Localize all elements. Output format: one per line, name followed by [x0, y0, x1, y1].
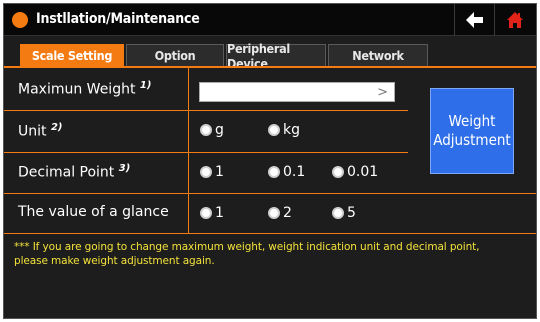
- decimal-point-note-ref: 3): [118, 163, 131, 174]
- decimal-point-label-text: Decimal Point: [18, 164, 115, 181]
- decimal-radio-0-01[interactable]: 0.01: [332, 164, 378, 180]
- glance-option-label: 2: [283, 205, 292, 221]
- arrow-left-icon: [465, 12, 483, 28]
- max-weight-input[interactable]: >: [199, 82, 395, 102]
- weight-adjustment-label-1: Weight: [448, 112, 496, 130]
- max-weight-label: Maximun Weight 1): [18, 80, 151, 98]
- column-divider: [188, 68, 189, 234]
- warning-note: *** If you are going to change maximum w…: [14, 240, 514, 268]
- decimal-option-label: 0.1: [283, 164, 306, 180]
- installation-screen: Instllation/Maintenance Scale Setting Op…: [3, 3, 537, 319]
- status-dot-icon: [12, 12, 28, 28]
- tab-scale-setting[interactable]: Scale Setting: [20, 44, 124, 66]
- radio-icon: [332, 207, 344, 219]
- tab-network[interactable]: Network: [328, 44, 428, 66]
- warning-note-line-1: *** If you are going to change maximum w…: [14, 241, 480, 253]
- radio-selected-icon: [200, 124, 212, 136]
- unit-radio-g[interactable]: g: [200, 122, 224, 138]
- unit-radio-kg[interactable]: kg: [268, 122, 300, 138]
- title-bar: Instllation/Maintenance: [4, 4, 536, 36]
- unit-note-ref: 2): [50, 122, 63, 133]
- decimal-option-label: 1: [215, 164, 224, 180]
- home-button[interactable]: [494, 4, 534, 36]
- radio-selected-icon: [200, 207, 212, 219]
- tab-bar: Scale Setting Option Peripheral Device N…: [4, 37, 536, 71]
- back-button[interactable]: [454, 4, 494, 36]
- chevron-right-icon: >: [377, 85, 388, 100]
- unit-label: Unit 2): [18, 122, 62, 140]
- window-title: Instllation/Maintenance: [36, 11, 200, 27]
- home-icon: [506, 12, 523, 28]
- row-divider: [4, 110, 408, 111]
- tab-underline: [4, 66, 536, 68]
- unit-option-label: g: [215, 122, 224, 138]
- glance-label: The value of a glance: [18, 204, 169, 220]
- decimal-option-label: 0.01: [347, 164, 379, 180]
- glance-radio-2[interactable]: 2: [268, 205, 292, 221]
- glance-radio-5[interactable]: 5: [332, 205, 356, 221]
- radio-icon: [268, 124, 280, 136]
- row-divider: [4, 233, 536, 234]
- radio-icon: [268, 207, 280, 219]
- radio-icon: [332, 166, 344, 178]
- glance-option-label: 5: [347, 205, 356, 221]
- max-weight-label-text: Maximun Weight: [18, 81, 136, 98]
- glance-option-label: 1: [215, 205, 224, 221]
- max-weight-note-ref: 1): [139, 80, 152, 91]
- unit-label-text: Unit: [18, 123, 47, 140]
- warning-note-line-2: please make weight adjustment again.: [14, 255, 215, 267]
- decimal-radio-0-1[interactable]: 0.1: [268, 164, 305, 180]
- weight-adjustment-label-2: Adjustment: [433, 131, 511, 149]
- decimal-point-label: Decimal Point 3): [18, 163, 130, 181]
- unit-option-label: kg: [283, 122, 300, 138]
- row-divider: [4, 193, 536, 194]
- row-divider: [4, 152, 408, 153]
- radio-icon: [268, 166, 280, 178]
- weight-adjustment-button[interactable]: Weight Adjustment: [430, 88, 514, 174]
- decimal-radio-1[interactable]: 1: [200, 164, 224, 180]
- glance-radio-1[interactable]: 1: [200, 205, 224, 221]
- radio-selected-icon: [200, 166, 212, 178]
- tab-option[interactable]: Option: [126, 44, 224, 66]
- tab-peripheral-device[interactable]: Peripheral Device: [226, 41, 326, 71]
